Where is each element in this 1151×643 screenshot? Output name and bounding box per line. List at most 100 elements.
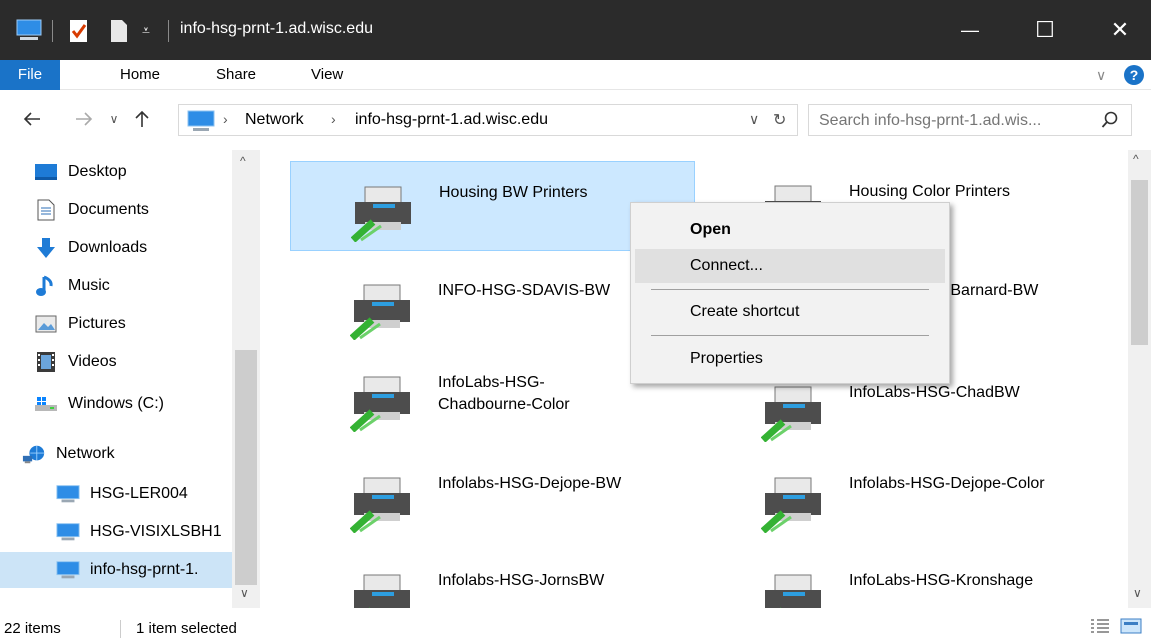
breadcrumb-server[interactable]: info-hsg-prnt-1.ad.wisc.edu bbox=[355, 111, 548, 129]
nav-item-label: Network bbox=[56, 445, 115, 462]
close-button[interactable]: ✕ bbox=[1090, 0, 1150, 60]
breadcrumb-separator: › bbox=[331, 111, 336, 127]
address-dropdown-icon[interactable]: ∨ bbox=[749, 111, 759, 128]
address-row: ∨ › Network › info-hsg-prnt-1.ad.wisc.ed… bbox=[0, 90, 1151, 150]
drive-icon bbox=[34, 394, 58, 414]
printer-tile[interactable]: InfoLabs-HSG-Kronshage bbox=[701, 550, 1106, 608]
search-input[interactable] bbox=[819, 110, 1089, 132]
printer-label: InfoLabs-HSG-ChadBW bbox=[849, 384, 1020, 401]
address-bar[interactable]: › Network › info-hsg-prnt-1.ad.wisc.edu … bbox=[178, 104, 798, 136]
breadcrumb-separator: › bbox=[223, 111, 228, 127]
back-button[interactable] bbox=[20, 107, 44, 131]
large-icons-view-icon[interactable] bbox=[1120, 618, 1142, 638]
status-bar: 22 items 1 item selected bbox=[0, 608, 1151, 643]
scroll-up-icon[interactable]: ^ bbox=[240, 154, 246, 168]
printer-label: InfoLabs-HSG-Chadbourne-Color bbox=[438, 374, 570, 413]
nav-item-label: Desktop bbox=[68, 163, 127, 180]
nav-item-hsg-visixlsbh1[interactable]: HSG-VISIXLSBH1 bbox=[56, 514, 232, 550]
nav-item-music[interactable]: Music bbox=[34, 268, 263, 304]
menu-item-create-shortcut[interactable]: Create shortcut bbox=[635, 295, 945, 329]
nav-scrollbar-thumb[interactable] bbox=[235, 350, 257, 585]
breadcrumb-network[interactable]: Network bbox=[245, 111, 304, 129]
printer-icon bbox=[761, 386, 821, 442]
new-folder-icon[interactable] bbox=[110, 19, 128, 43]
nav-item-label: Music bbox=[68, 277, 110, 294]
printer-label: Infolabs-HSG-Dejope-Color bbox=[849, 475, 1045, 492]
printer-icon bbox=[351, 186, 411, 242]
up-button[interactable] bbox=[130, 107, 154, 131]
navigation-pane: Desktop Documents Downloads Music Pictur… bbox=[0, 150, 263, 608]
forward-arrow-icon bbox=[76, 112, 93, 126]
nav-item-label: Videos bbox=[68, 353, 117, 370]
tab-file[interactable]: File bbox=[0, 60, 60, 90]
computer-icon bbox=[56, 522, 80, 542]
pictures-icon bbox=[34, 314, 58, 334]
minimize-button[interactable]: — bbox=[940, 0, 1000, 60]
recent-locations-button[interactable]: ∨ bbox=[102, 107, 126, 131]
forward-button[interactable] bbox=[72, 107, 96, 131]
tab-view[interactable]: View bbox=[311, 60, 343, 90]
nav-item-pictures[interactable]: Pictures bbox=[34, 306, 263, 342]
nav-item-network[interactable]: Network bbox=[22, 436, 254, 472]
context-menu: Open Connect... Create shortcut Properti… bbox=[630, 202, 950, 384]
printer-tile[interactable]: Infolabs-HSG-JornsBW bbox=[290, 550, 695, 608]
search-box[interactable] bbox=[808, 104, 1132, 136]
nav-item-hsg-ler004[interactable]: HSG-LER004 bbox=[56, 476, 232, 512]
computer-icon[interactable] bbox=[16, 19, 42, 43]
scroll-up-icon[interactable]: ^ bbox=[1133, 152, 1139, 166]
printer-tile[interactable]: Infolabs-HSG-Dejope-BW bbox=[290, 453, 695, 543]
tab-home[interactable]: Home bbox=[120, 60, 160, 90]
menu-item-connect[interactable]: Connect... bbox=[635, 249, 945, 283]
printer-icon bbox=[350, 376, 410, 432]
printer-icon bbox=[761, 477, 821, 533]
nav-scrollbar[interactable]: ^ ∨ bbox=[232, 150, 260, 608]
computer-icon bbox=[187, 110, 215, 137]
printer-tile[interactable]: Infolabs-HSG-Dejope-Color bbox=[701, 453, 1106, 543]
customize-toolbar-icon[interactable]: ⩡ bbox=[142, 22, 150, 46]
nav-item-label: HSG-LER004 bbox=[90, 485, 188, 502]
printer-label: Infolabs-HSG-JornsBW bbox=[438, 572, 605, 589]
computer-icon bbox=[56, 484, 80, 504]
nav-item-documents[interactable]: Documents bbox=[34, 192, 263, 228]
menu-separator bbox=[651, 289, 929, 290]
nav-item-downloads[interactable]: Downloads bbox=[34, 230, 263, 266]
nav-item-desktop[interactable]: Desktop bbox=[34, 154, 263, 190]
refresh-icon[interactable]: ↻ bbox=[773, 110, 786, 130]
nav-item-label: Documents bbox=[68, 201, 149, 218]
scroll-down-icon[interactable]: ∨ bbox=[1133, 586, 1142, 600]
up-arrow-icon bbox=[135, 110, 149, 127]
title-separator bbox=[52, 20, 53, 42]
properties-icon[interactable] bbox=[68, 19, 90, 43]
nav-item-videos[interactable]: Videos bbox=[34, 344, 263, 380]
printer-label: InfoLabs-HSG-Kronshage bbox=[849, 572, 1034, 589]
downloads-icon bbox=[34, 238, 58, 258]
menu-item-properties[interactable]: Properties bbox=[635, 342, 945, 376]
printer-label: Housing BW Printers bbox=[439, 184, 588, 201]
music-icon bbox=[34, 275, 58, 296]
search-icon[interactable] bbox=[1101, 111, 1119, 129]
maximize-button[interactable]: ☐ bbox=[1015, 0, 1075, 60]
title-bar: ⩡ info-hsg-prnt-1.ad.wisc.edu — ☐ ✕ bbox=[0, 0, 1151, 60]
content-scrollbar-thumb[interactable] bbox=[1131, 180, 1148, 345]
nav-item-label: Pictures bbox=[68, 315, 126, 332]
nav-item-info-hsg-prnt-1[interactable]: info-hsg-prnt-1. bbox=[0, 552, 232, 588]
help-icon[interactable]: ? bbox=[1124, 65, 1144, 85]
printer-icon bbox=[350, 477, 410, 533]
back-arrow-icon bbox=[23, 112, 40, 126]
nav-item-windows-c[interactable]: Windows (C:) bbox=[34, 386, 263, 422]
ribbon-tabs: File Home Share View ∨ ? bbox=[0, 60, 1151, 90]
printer-icon bbox=[354, 574, 410, 608]
details-view-icon[interactable] bbox=[1090, 618, 1110, 638]
nav-item-label: Downloads bbox=[68, 239, 148, 256]
scroll-down-icon[interactable]: ∨ bbox=[240, 586, 249, 600]
selection-count: 1 item selected bbox=[136, 620, 237, 637]
printer-icon bbox=[765, 574, 821, 608]
expand-ribbon-icon[interactable]: ∨ bbox=[1096, 60, 1106, 90]
nav-item-label: info-hsg-prnt-1. bbox=[90, 561, 199, 578]
title-separator bbox=[168, 20, 169, 42]
tab-share[interactable]: Share bbox=[216, 60, 256, 90]
nav-item-label: Windows (C:) bbox=[68, 395, 165, 412]
menu-item-open[interactable]: Open bbox=[635, 213, 945, 247]
printer-label: Housing Color Printers bbox=[849, 183, 1010, 200]
content-scrollbar[interactable]: ^ ∨ bbox=[1128, 150, 1151, 608]
